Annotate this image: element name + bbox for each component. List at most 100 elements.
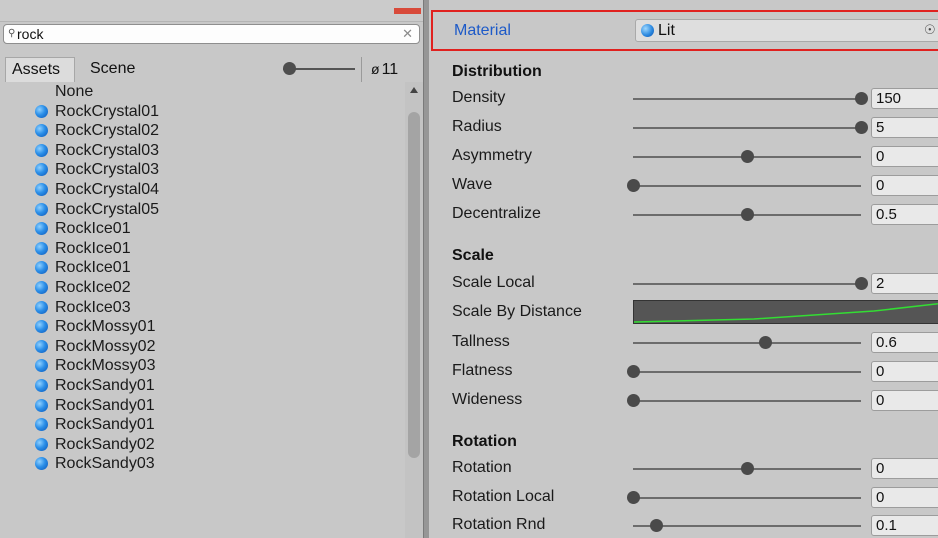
density-slider-thumb[interactable] bbox=[855, 92, 868, 105]
density-field[interactable]: 150 bbox=[871, 88, 938, 109]
list-item-label: RockCrystal03 bbox=[55, 161, 160, 179]
hidden-count-toggle[interactable]: ø 11 bbox=[371, 57, 398, 82]
list-item-label: RockIce02 bbox=[55, 278, 131, 296]
tallness-slider-thumb[interactable] bbox=[759, 336, 773, 349]
rotation-rnd-slider[interactable] bbox=[633, 525, 861, 527]
search-input[interactable] bbox=[17, 26, 397, 42]
wideness-slider-thumb[interactable] bbox=[627, 394, 640, 407]
material-sphere-icon bbox=[35, 261, 48, 275]
material-sphere-icon bbox=[35, 457, 48, 471]
list-item[interactable]: None bbox=[0, 82, 405, 102]
list-item[interactable]: RockMossy02 bbox=[0, 337, 405, 357]
divider bbox=[361, 57, 362, 82]
list-item[interactable]: RockMossy03 bbox=[0, 356, 405, 376]
list-item-label: RockIce01 bbox=[55, 220, 131, 238]
decentralize-field[interactable]: 0.5 bbox=[871, 204, 938, 225]
picker-tabs: Assets Scene ø 11 bbox=[5, 57, 415, 82]
list-item[interactable]: RockIce03 bbox=[0, 298, 405, 318]
list-item[interactable]: RockIce01 bbox=[0, 239, 405, 259]
search-field[interactable]: ⚲ ✕ bbox=[3, 24, 420, 44]
wave-field[interactable]: 0 bbox=[871, 175, 938, 196]
eye-off-icon: ø bbox=[371, 61, 380, 77]
decentralize-slider-thumb[interactable] bbox=[741, 208, 754, 221]
list-item[interactable]: RockIce01 bbox=[0, 219, 405, 239]
tallness-slider[interactable] bbox=[633, 342, 861, 344]
list-item[interactable]: RockSandy01 bbox=[0, 376, 405, 396]
material-sphere-icon bbox=[35, 320, 48, 334]
picker-title-bar bbox=[0, 0, 423, 22]
rotation-local-slider[interactable] bbox=[633, 497, 861, 499]
list-item-label: RockCrystal03 bbox=[55, 141, 160, 159]
rotation-local-field[interactable]: 0 bbox=[871, 487, 938, 508]
list-item-label: RockIce01 bbox=[55, 239, 131, 257]
asymmetry-field[interactable]: 0 bbox=[871, 146, 938, 167]
rotation-slider-thumb[interactable] bbox=[741, 462, 754, 475]
rotation-rnd-field[interactable]: 0.1 bbox=[871, 515, 938, 536]
list-item[interactable]: RockIce01 bbox=[0, 258, 405, 278]
rotation-rnd-slider-thumb[interactable] bbox=[649, 519, 663, 532]
wideness-slider[interactable] bbox=[633, 400, 861, 402]
scrollbar[interactable] bbox=[405, 82, 423, 538]
scale-local-slider[interactable] bbox=[633, 283, 861, 285]
flatness-label: Flatness bbox=[452, 362, 513, 379]
rotation-field[interactable]: 0 bbox=[871, 458, 938, 479]
tab-assets[interactable]: Assets bbox=[5, 57, 75, 82]
list-item[interactable]: RockMossy01 bbox=[0, 317, 405, 337]
radius-slider[interactable] bbox=[633, 127, 861, 129]
wave-slider-thumb[interactable] bbox=[627, 179, 640, 192]
list-item[interactable]: RockSandy01 bbox=[0, 396, 405, 416]
list-item-label: RockSandy01 bbox=[55, 396, 155, 414]
radius-label: Radius bbox=[452, 118, 502, 135]
wideness-field[interactable]: 0 bbox=[871, 390, 938, 411]
decentralize-label: Decentralize bbox=[452, 205, 541, 222]
curve-line-graphic bbox=[634, 303, 938, 323]
list-item-label: RockSandy01 bbox=[55, 416, 155, 434]
list-item[interactable]: RockCrystal01 bbox=[0, 102, 405, 122]
scrollbar-thumb[interactable] bbox=[408, 112, 420, 458]
scroll-up-arrow-icon[interactable] bbox=[410, 87, 418, 93]
wideness-label: Wideness bbox=[452, 391, 523, 408]
material-sphere-icon bbox=[35, 359, 48, 373]
rotation-local-slider-thumb[interactable] bbox=[627, 491, 640, 504]
scale-local-field[interactable]: 2 bbox=[871, 273, 938, 294]
wave-slider[interactable] bbox=[633, 185, 861, 187]
material-object-field[interactable]: Lit ☉ bbox=[635, 19, 938, 42]
list-item[interactable]: RockCrystal04 bbox=[0, 180, 405, 200]
flatness-slider-thumb[interactable] bbox=[627, 365, 640, 378]
flatness-slider[interactable] bbox=[633, 371, 861, 373]
flatness-field[interactable]: 0 bbox=[871, 361, 938, 382]
list-item[interactable]: RockSandy03 bbox=[0, 454, 405, 474]
density-slider[interactable] bbox=[633, 98, 861, 100]
list-item[interactable]: RockCrystal03 bbox=[0, 141, 405, 161]
tab-scene[interactable]: Scene bbox=[84, 57, 154, 82]
radius-field[interactable]: 5 bbox=[871, 117, 938, 138]
material-sphere-icon bbox=[35, 222, 48, 236]
tallness-label: Tallness bbox=[452, 333, 510, 350]
tallness-field[interactable]: 0.6 bbox=[871, 332, 938, 353]
list-item[interactable]: RockCrystal05 bbox=[0, 200, 405, 220]
list-item[interactable]: RockIce02 bbox=[0, 278, 405, 298]
radius-slider-thumb[interactable] bbox=[855, 121, 868, 134]
list-item[interactable]: RockCrystal02 bbox=[0, 121, 405, 141]
list-item-label: RockMossy02 bbox=[55, 337, 156, 355]
section-distribution: Distribution bbox=[452, 63, 542, 80]
material-row: Material Lit ☉ bbox=[431, 10, 938, 51]
search-icon: ⚲ bbox=[8, 28, 16, 39]
list-item[interactable]: RockCrystal03 bbox=[0, 160, 405, 180]
list-item-label: RockSandy02 bbox=[55, 435, 155, 453]
zoom-slider-thumb[interactable] bbox=[283, 62, 296, 75]
rotation-rnd-label: Rotation Rnd bbox=[452, 516, 546, 533]
list-item[interactable]: RockSandy02 bbox=[0, 435, 405, 455]
rotation-local-label: Rotation Local bbox=[452, 488, 555, 505]
list-item[interactable]: RockSandy01 bbox=[0, 415, 405, 435]
scale-local-slider-thumb[interactable] bbox=[855, 277, 868, 290]
object-picker-target-icon[interactable]: ☉ bbox=[924, 22, 936, 38]
list-item-label: RockMossy03 bbox=[55, 357, 156, 375]
density-label: Density bbox=[452, 89, 506, 106]
clear-search-icon[interactable]: ✕ bbox=[402, 26, 413, 42]
asymmetry-slider-thumb[interactable] bbox=[741, 150, 754, 163]
material-sphere-icon bbox=[35, 437, 48, 451]
scale-by-distance-curve[interactable] bbox=[633, 300, 938, 324]
close-indicator[interactable] bbox=[394, 8, 421, 14]
object-picker: ⚲ ✕ Assets Scene ø11 None RockCrystal01 Ro… bbox=[0, 0, 423, 538]
